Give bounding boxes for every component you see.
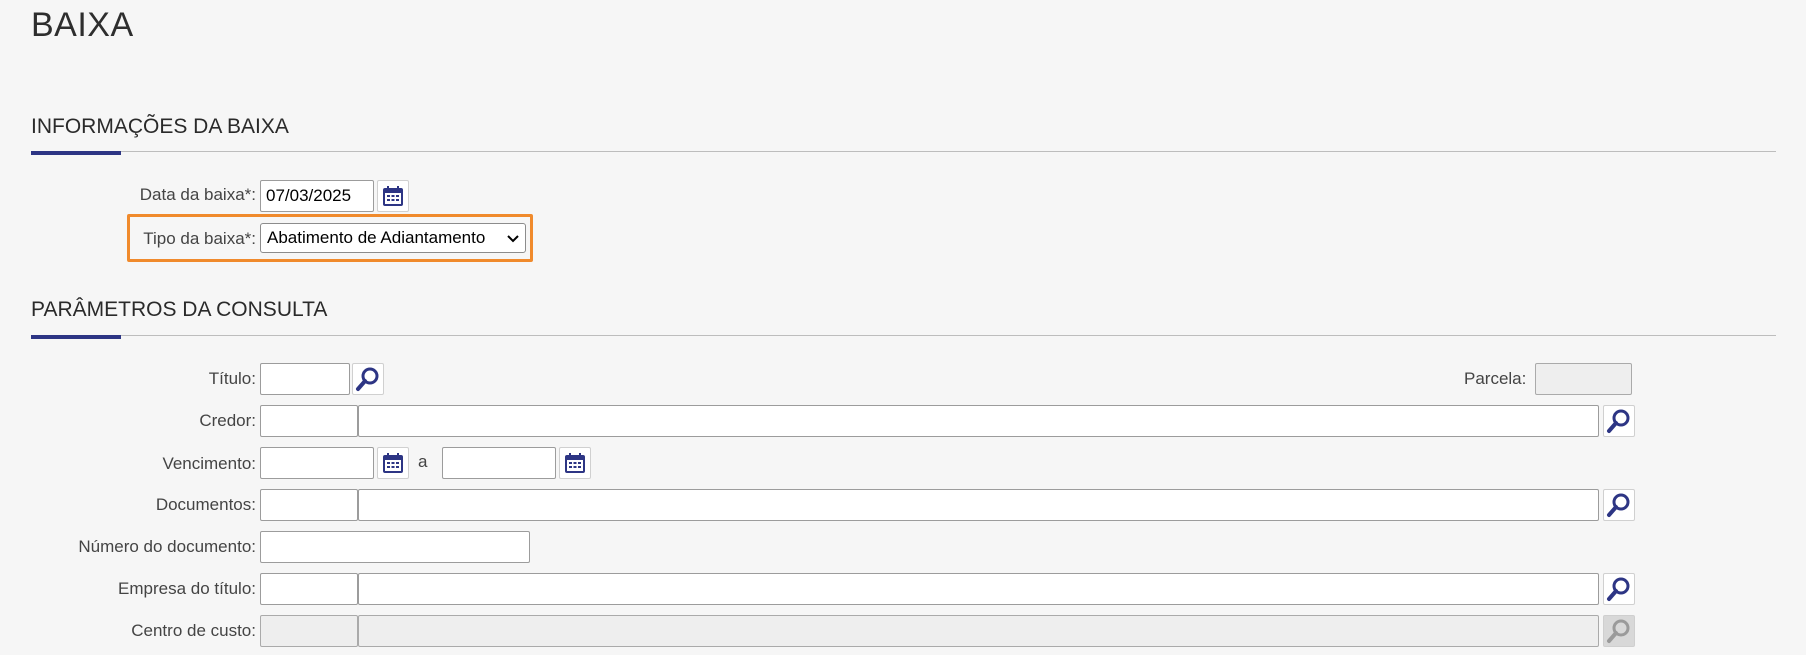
credor-code-input[interactable] bbox=[260, 405, 358, 437]
section-divider bbox=[31, 151, 1776, 152]
vencimento-label: Vencimento: bbox=[162, 454, 256, 473]
vencimento-start-calendar-button[interactable] bbox=[377, 447, 409, 479]
empresa-titulo-label: Empresa do título: bbox=[118, 579, 256, 598]
search-icon bbox=[356, 367, 379, 391]
empresa-titulo-search-button[interactable] bbox=[1603, 573, 1635, 605]
chevron-down-icon bbox=[507, 235, 519, 243]
section-title-informacoes: INFORMAÇÕES DA BAIXA bbox=[31, 115, 289, 138]
section-title-parametros: PARÂMETROS DA CONSULTA bbox=[31, 298, 328, 321]
page-title: BAIXA bbox=[31, 6, 134, 44]
data-baixa-input[interactable]: 07/03/2025 bbox=[260, 180, 374, 212]
calendar-icon bbox=[565, 453, 585, 473]
documentos-search-button[interactable] bbox=[1603, 489, 1635, 521]
numero-documento-label: Número do documento: bbox=[78, 537, 256, 556]
numero-documento-input[interactable] bbox=[260, 531, 530, 563]
empresa-titulo-code-input[interactable] bbox=[260, 573, 358, 605]
centro-custo-label: Centro de custo: bbox=[131, 621, 256, 640]
vencimento-end-input[interactable] bbox=[442, 447, 556, 479]
documentos-label: Documentos: bbox=[155, 495, 256, 514]
calendar-icon bbox=[383, 186, 403, 206]
search-icon bbox=[1607, 619, 1630, 643]
empresa-titulo-name-input[interactable] bbox=[358, 573, 1599, 605]
section-accent-bar bbox=[31, 151, 121, 155]
centro-custo-code-input bbox=[260, 615, 358, 647]
section-accent-bar bbox=[31, 335, 121, 339]
titulo-input[interactable] bbox=[260, 363, 350, 395]
titulo-label: Título: bbox=[208, 369, 256, 388]
search-icon bbox=[1607, 493, 1630, 517]
credor-label: Credor: bbox=[199, 411, 256, 430]
section-divider bbox=[31, 335, 1776, 336]
credor-search-button[interactable] bbox=[1603, 405, 1635, 437]
tipo-baixa-selected-value: Abatimento de Adiantamento bbox=[267, 228, 486, 247]
titulo-search-button[interactable] bbox=[352, 363, 384, 395]
vencimento-separator: a bbox=[418, 452, 428, 471]
centro-custo-name-input bbox=[358, 615, 1599, 647]
documentos-name-input[interactable] bbox=[358, 489, 1599, 521]
parcela-input bbox=[1535, 363, 1632, 395]
centro-custo-search-button bbox=[1603, 615, 1635, 647]
credor-name-input[interactable] bbox=[358, 405, 1599, 437]
tipo-baixa-label: Tipo da baixa*: bbox=[143, 229, 256, 248]
search-icon bbox=[1607, 577, 1630, 601]
calendar-icon bbox=[383, 453, 403, 473]
vencimento-start-input[interactable] bbox=[260, 447, 374, 479]
vencimento-end-calendar-button[interactable] bbox=[559, 447, 591, 479]
data-baixa-calendar-button[interactable] bbox=[377, 180, 409, 212]
search-icon bbox=[1607, 409, 1630, 433]
data-baixa-label: Data da baixa*: bbox=[139, 185, 256, 204]
tipo-baixa-select[interactable]: Abatimento de Adiantamento bbox=[260, 223, 526, 253]
documentos-code-input[interactable] bbox=[260, 489, 358, 521]
parcela-label: Parcela: bbox=[1464, 369, 1527, 388]
